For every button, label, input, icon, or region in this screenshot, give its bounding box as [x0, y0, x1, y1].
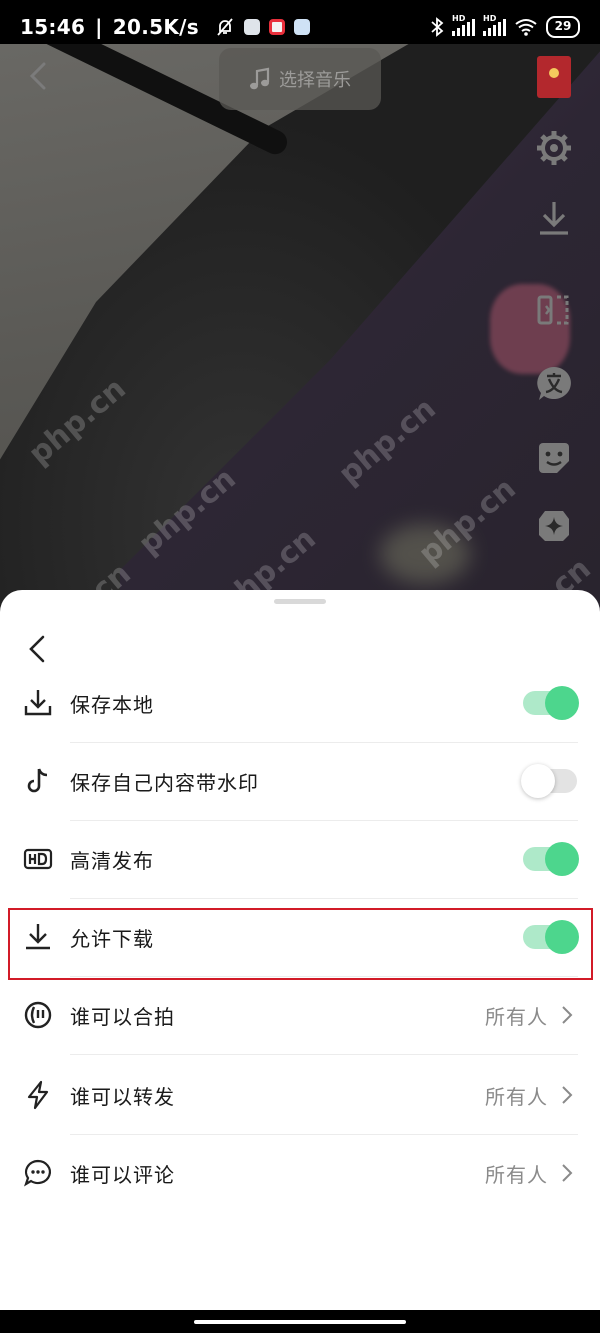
download-button[interactable] — [534, 198, 574, 238]
chevron-right-icon — [562, 1086, 573, 1104]
divider — [70, 1054, 578, 1055]
comment-icon — [24, 1159, 51, 1187]
home-indicator[interactable] — [194, 1320, 406, 1324]
settings-sheet: 保存本地 保存自己内容带水印 高清发布 允许下载 谁可以合拍 所有人 谁可以转发… — [0, 590, 600, 1310]
hd-publish-toggle[interactable] — [523, 842, 579, 876]
mute-bell-icon — [217, 18, 233, 36]
app-notification-icon — [293, 19, 310, 35]
tiktok-icon — [27, 768, 48, 793]
app-notification-icon — [243, 19, 260, 35]
gear-icon — [537, 131, 571, 165]
save-watermark-label: 保存自己内容带水印 — [70, 770, 259, 795]
who-can-comment-value: 所有人 — [485, 1162, 548, 1187]
lightning-icon — [27, 1080, 49, 1110]
back-arrow-icon[interactable] — [26, 62, 50, 90]
effects-button[interactable] — [534, 506, 574, 546]
signal-icon: HD — [452, 14, 475, 36]
sheet-back-icon[interactable] — [26, 634, 48, 664]
wifi-icon — [515, 19, 537, 36]
hd-publish-row[interactable]: 高清发布 — [0, 820, 600, 898]
hd-icon — [23, 848, 53, 870]
battery-icon: 29 — [546, 16, 580, 38]
camera-preview: php.cn php.cn php.cn php.cn php.cn php.c… — [0, 44, 600, 644]
subtitle-button[interactable] — [534, 364, 574, 404]
save-local-row[interactable]: 保存本地 — [0, 664, 600, 742]
red-packet-icon — [537, 56, 571, 98]
select-music-label: 选择音乐 — [279, 70, 351, 91]
who-can-share-value: 所有人 — [485, 1084, 548, 1109]
chevron-right-icon — [562, 1006, 573, 1024]
select-music-button[interactable]: 选择音乐 — [219, 48, 381, 110]
who-can-comment-row[interactable]: 谁可以评论 所有人 — [0, 1134, 600, 1212]
who-can-duet-label: 谁可以合拍 — [70, 1004, 175, 1029]
bluetooth-icon — [431, 17, 444, 37]
save-watermark-toggle[interactable] — [521, 764, 577, 798]
sticker-icon — [539, 443, 569, 473]
sparkle-icon — [539, 511, 569, 541]
save-watermark-row[interactable]: 保存自己内容带水印 — [0, 742, 600, 820]
clock: 15:46 — [20, 15, 86, 39]
sheet-drag-handle[interactable] — [274, 599, 326, 604]
music-note-icon — [250, 67, 270, 90]
app-notification-icon — [268, 19, 285, 35]
settings-button[interactable] — [534, 128, 574, 168]
duet-icon — [24, 1001, 52, 1029]
translate-icon — [537, 367, 571, 400]
download-icon — [540, 202, 568, 235]
who-can-comment-label: 谁可以评论 — [70, 1162, 175, 1187]
download-icon — [24, 690, 52, 716]
who-can-duet-value: 所有人 — [485, 1004, 548, 1029]
signal-icon: HD — [483, 14, 506, 36]
status-separator: | — [95, 15, 103, 39]
who-can-share-row[interactable]: 谁可以转发 所有人 — [0, 1056, 600, 1134]
flip-camera-button[interactable] — [534, 290, 574, 330]
chevron-right-icon — [562, 1164, 573, 1182]
save-local-label: 保存本地 — [70, 692, 154, 717]
who-can-duet-row[interactable]: 谁可以合拍 所有人 — [0, 976, 600, 1054]
highlight-box — [8, 908, 593, 980]
red-packet-button[interactable] — [534, 54, 574, 100]
sticker-button[interactable] — [534, 438, 574, 478]
flip-icon — [537, 295, 569, 325]
who-can-share-label: 谁可以转发 — [70, 1084, 175, 1109]
hd-publish-label: 高清发布 — [70, 848, 154, 873]
save-local-toggle[interactable] — [523, 686, 579, 720]
network-speed: 20.5K/s — [112, 15, 199, 39]
